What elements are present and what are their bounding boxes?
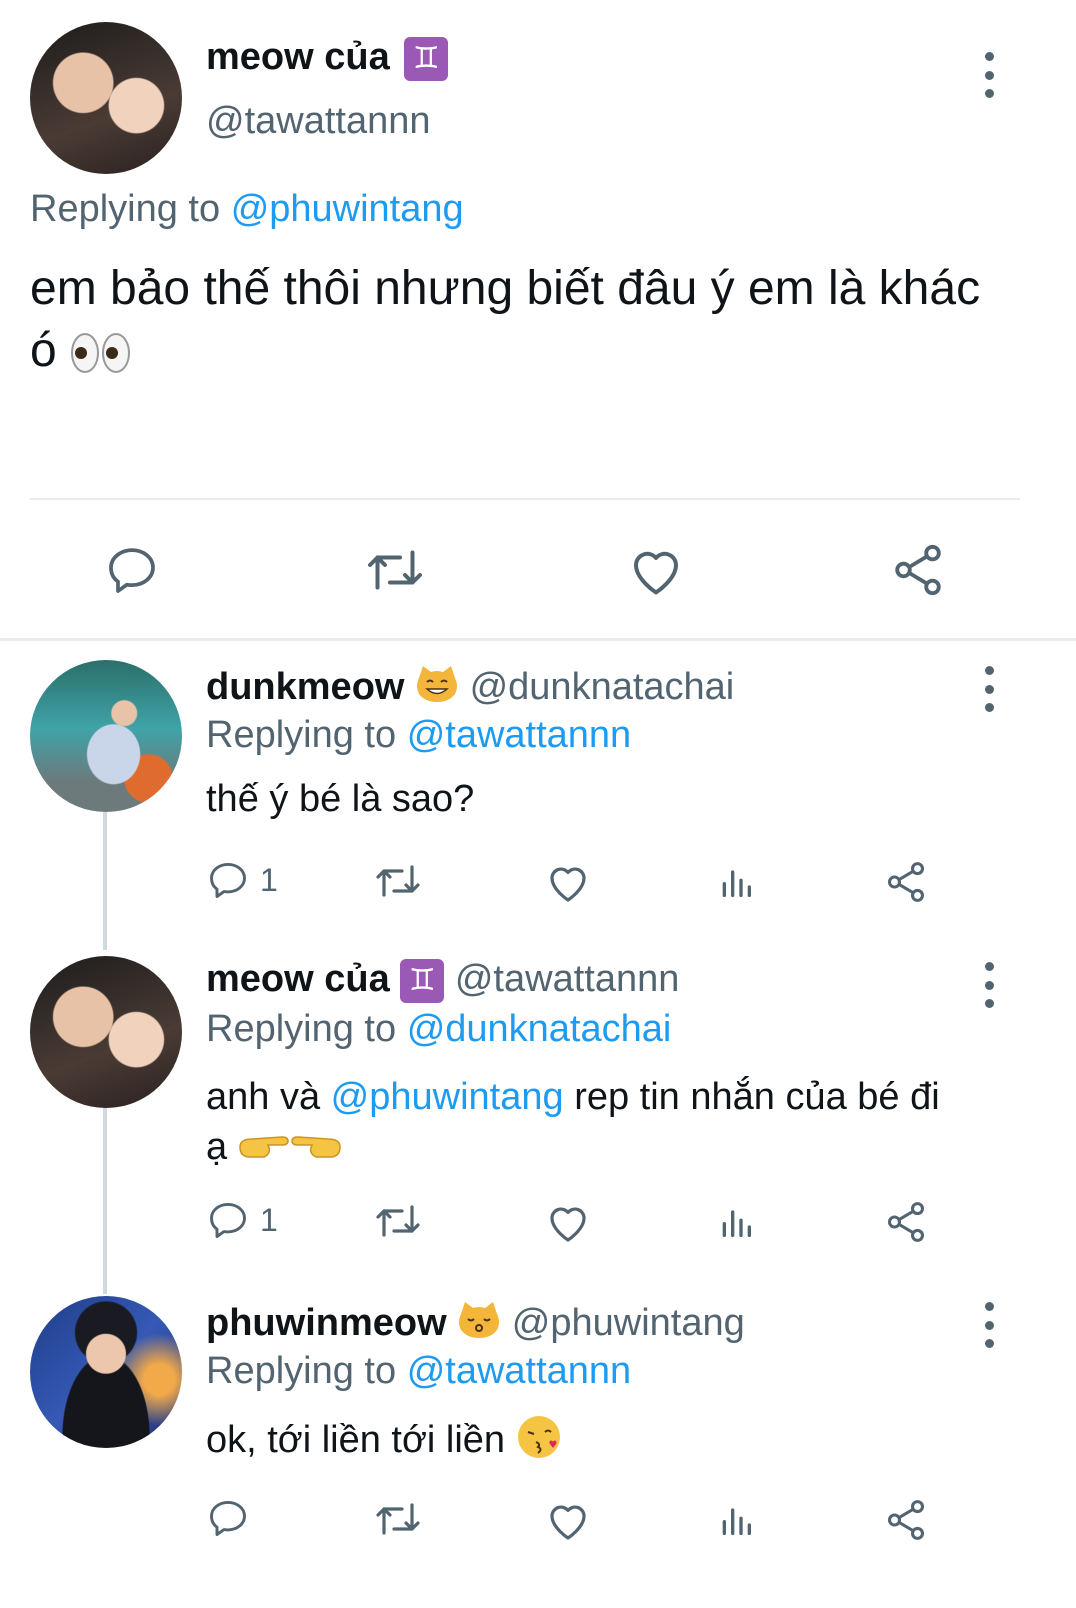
grinning-cat-emoji-icon — [415, 664, 459, 714]
retweet-icon[interactable] — [370, 858, 426, 904]
author-handle[interactable]: @phuwintang — [512, 1302, 745, 1344]
replying-to-label: Replying to — [206, 1008, 397, 1050]
author-name[interactable]: dunkmeow — [206, 666, 404, 708]
gemini-sign-icon: ♊ — [400, 958, 445, 1003]
reply-icon[interactable] — [206, 1198, 250, 1242]
reply-header: dunkmeow @dunknatachai — [206, 664, 734, 714]
author-handle[interactable]: @tawattannn — [206, 100, 431, 143]
author-name[interactable]: meow của ♊ — [206, 36, 449, 81]
replying-to-line: Replying to @phuwintang — [30, 188, 464, 231]
author-handle[interactable]: @dunknatachai — [470, 666, 735, 708]
reply-action[interactable]: 1 — [206, 1198, 278, 1242]
replying-to-mention[interactable]: @phuwintang — [231, 188, 464, 230]
replying-to-mention[interactable]: @dunknatachai — [407, 1008, 672, 1050]
more-options-icon[interactable] — [974, 52, 1004, 98]
share-icon[interactable] — [880, 856, 932, 908]
more-options-icon[interactable] — [974, 962, 1004, 1008]
views-icon[interactable] — [712, 858, 760, 906]
replying-to-line: Replying to @tawattannn — [206, 1350, 631, 1393]
avatar-dunknatachai[interactable] — [30, 660, 182, 812]
views-icon[interactable] — [712, 1496, 760, 1544]
reply-header: phuwinmeow @phuwintang — [206, 1300, 745, 1350]
reply-text: thế ý bé là sao? — [206, 778, 475, 820]
replying-to-line: Replying to @tawattannn — [206, 714, 631, 757]
author-name[interactable]: phuwinmeow — [206, 1302, 447, 1344]
avatar-tawattannn[interactable] — [30, 22, 182, 174]
divider — [30, 498, 1020, 500]
reply-text-part: rep tin nhắn của bé đi — [574, 1076, 940, 1118]
retweet-icon[interactable] — [370, 1198, 426, 1244]
reply-icon[interactable] — [206, 858, 250, 902]
reply-header: meow của ♊ @tawattannn — [206, 958, 679, 1003]
share-icon[interactable] — [880, 1494, 932, 1546]
reply-text: ok, tới liền tới liền — [206, 1414, 562, 1470]
replying-to-label: Replying to — [206, 714, 397, 756]
author-name[interactable]: meow của — [206, 958, 390, 1000]
avatar-phuwintang[interactable] — [30, 1296, 182, 1448]
reply-icon[interactable] — [206, 1496, 250, 1540]
reply-mention[interactable]: @phuwintang — [331, 1076, 564, 1118]
reply-count: 1 — [260, 861, 278, 898]
pointing-hands-emoji-icon — [238, 1124, 342, 1174]
like-icon[interactable] — [624, 540, 688, 600]
eyes-emoji-icon — [70, 331, 132, 375]
avatar-tawattannn[interactable] — [30, 956, 182, 1108]
reply-icon[interactable] — [100, 540, 164, 600]
like-icon[interactable] — [542, 858, 594, 906]
author-name-text[interactable]: meow của — [206, 36, 390, 78]
thread-line — [103, 1108, 107, 1294]
reply-action[interactable] — [206, 1496, 260, 1540]
tweet-text-body: em bảo thế thôi nhưng biết đâu ý em là k… — [30, 262, 981, 377]
retweet-icon[interactable] — [370, 1496, 426, 1542]
thread-line — [103, 812, 107, 950]
views-icon[interactable] — [712, 1198, 760, 1246]
like-icon[interactable] — [542, 1198, 594, 1246]
share-icon[interactable] — [880, 1196, 932, 1248]
replying-to-label: Replying to — [206, 1350, 397, 1392]
reply-count: 1 — [260, 1201, 278, 1238]
share-icon[interactable] — [886, 538, 950, 602]
replying-to-mention[interactable]: @tawattannn — [407, 714, 632, 756]
reply-text-body: ok, tới liền tới liền — [206, 1419, 506, 1462]
tweet-text: em bảo thế thôi nhưng biết đâu ý em là k… — [30, 258, 990, 382]
kissing-face-emoji-icon — [516, 1414, 562, 1470]
author-handle[interactable]: @tawattannn — [455, 958, 680, 1000]
reply-action[interactable]: 1 — [206, 858, 278, 902]
reply-text-part: anh và — [206, 1076, 321, 1118]
reply-text-part: ạ — [206, 1126, 228, 1168]
reply-text: anh và @phuwintang rep tin nhắn của bé đ… — [206, 1072, 1006, 1174]
replying-to-label: Replying to — [30, 188, 221, 230]
replying-to-mention[interactable]: @tawattannn — [407, 1350, 632, 1392]
section-separator — [0, 638, 1076, 641]
more-options-icon[interactable] — [974, 666, 1004, 712]
more-options-icon[interactable] — [974, 1302, 1004, 1348]
replying-to-line: Replying to @dunknatachai — [206, 1008, 671, 1051]
retweet-icon[interactable] — [360, 540, 430, 600]
kissing-cat-emoji-icon — [457, 1300, 501, 1350]
like-icon[interactable] — [542, 1496, 594, 1544]
gemini-sign-icon: ♊ — [404, 36, 449, 81]
